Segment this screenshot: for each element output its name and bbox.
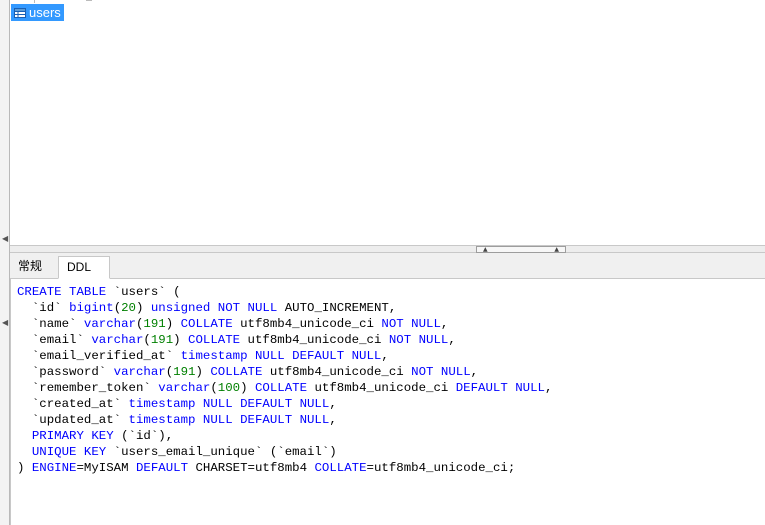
- sql-text: ): [195, 365, 211, 379]
- sql-number: 191: [173, 365, 196, 379]
- sql-keyword: COLLATE: [314, 461, 367, 475]
- sql-keyword: DEFAULT NULL: [455, 381, 545, 395]
- sql-keyword: varchar: [113, 365, 166, 379]
- table-icon: [14, 7, 26, 18]
- sql-keyword: NOT NULL: [381, 317, 441, 331]
- sql-text: (: [113, 301, 122, 315]
- sql-keyword: timestamp NULL DEFAULT NULL: [180, 349, 382, 363]
- sql-text: ): [136, 301, 151, 315]
- sql-text: ): [165, 317, 181, 331]
- sql-keyword: NOT NULL: [388, 333, 449, 347]
- sql-number: 191: [150, 333, 174, 347]
- sql-keyword: timestamp NULL DEFAULT NULL: [128, 413, 330, 427]
- ddl-code-text: CREATE TABLE `users` ( `id` bigint(20) u…: [17, 284, 552, 476]
- sql-keyword: varchar: [83, 317, 136, 331]
- sql-text: ): [173, 333, 189, 347]
- collapse-left-arrow-icon[interactable]: ◀: [2, 318, 8, 327]
- sql-text: ): [240, 381, 255, 395]
- tab-general[interactable]: 常规: [10, 256, 50, 279]
- sql-number: 191: [143, 317, 166, 331]
- ddl-line: UNIQUE KEY `users_email_unique` (`email`…: [17, 445, 337, 459]
- ddl-line: PRIMARY KEY (`id`),: [17, 429, 173, 443]
- ddl-editor[interactable]: CREATE TABLE `users` ( `id` bigint(20) u…: [10, 279, 765, 525]
- sql-text: (: [210, 381, 218, 395]
- sql-text: =utf8mb4_unicode_ci;: [366, 461, 516, 475]
- sql-text: utf8mb4_unicode_ci: [247, 333, 389, 347]
- ddl-line: `id` bigint(20) unsigned NOT NULL AUTO_I…: [17, 301, 396, 315]
- ddl-line: `password` varchar(191) COLLATE utf8mb4_…: [17, 365, 478, 379]
- sql-text: ,: [381, 349, 389, 363]
- sql-keyword: COLLATE: [254, 381, 315, 395]
- sql-text: ): [17, 461, 32, 475]
- sql-keyword: PRIMARY KEY: [31, 429, 122, 443]
- sql-keyword: timestamp NULL DEFAULT NULL: [128, 397, 330, 411]
- collapse-left-arrow-icon[interactable]: ◀: [2, 234, 8, 243]
- sql-text: `created_at`: [17, 397, 129, 411]
- sql-keyword: varchar: [91, 333, 144, 347]
- sql-text: utf8mb4_unicode_ci: [240, 317, 382, 331]
- sql-keyword: COLLATE: [188, 333, 248, 347]
- sql-text: utf8mb4_unicode_ci: [269, 365, 412, 379]
- sql-text: ,: [440, 317, 449, 331]
- sql-text: =MyISAM: [76, 461, 136, 475]
- sql-text: `id`: [17, 301, 70, 315]
- sql-text: (: [143, 333, 151, 347]
- ddl-line: `name` varchar(191) COLLATE utf8mb4_unic…: [17, 317, 448, 331]
- splitter-up-arrow-icon: ▲: [483, 245, 488, 253]
- ddl-line: `email_verified_at` timestamp NULL DEFAU…: [17, 349, 389, 363]
- object-tree-pane: users: [10, 0, 765, 245]
- ddl-line: `created_at` timestamp NULL DEFAULT NULL…: [17, 397, 337, 411]
- sql-keyword: unsigned NOT NULL: [150, 301, 285, 315]
- sql-text: ,: [448, 333, 456, 347]
- sql-text: utf8mb4_unicode_ci: [314, 381, 456, 395]
- sql-keyword: NOT NULL: [411, 365, 471, 379]
- ddl-line: CREATE TABLE `users` (: [17, 285, 181, 299]
- sql-text: CHARSET=utf8mb4: [195, 461, 315, 475]
- splitter-up-arrow-icon: ▲: [554, 245, 559, 253]
- ddl-line: ) ENGINE=MyISAM DEFAULT CHARSET=utf8mb4 …: [17, 461, 515, 475]
- info-tab-bar: 常规 DDL: [10, 253, 765, 279]
- sql-text: `remember_token`: [17, 381, 159, 395]
- ddl-line: `email` varchar(191) COLLATE utf8mb4_uni…: [17, 333, 456, 347]
- tree-line: [34, 0, 35, 3]
- ddl-line: `updated_at` timestamp NULL DEFAULT NULL…: [17, 413, 337, 427]
- sql-text: ,: [544, 381, 553, 395]
- sql-text: `users_email_unique` (`email`): [113, 445, 337, 459]
- sql-keyword: COLLATE: [210, 365, 270, 379]
- tab-ddl[interactable]: DDL: [58, 256, 110, 279]
- left-splitter-strip[interactable]: ◀ ◀: [0, 0, 10, 525]
- sql-number: 100: [217, 381, 241, 395]
- sql-keyword: bigint: [69, 301, 114, 315]
- sql-keyword: ENGINE: [31, 461, 77, 475]
- sql-text: `email_verified_at`: [17, 349, 181, 363]
- ddl-line: `remember_token` varchar(100) COLLATE ut…: [17, 381, 553, 395]
- sql-text: `name`: [17, 317, 84, 331]
- sql-keyword: UNIQUE KEY: [31, 445, 114, 459]
- sql-number: 20: [121, 301, 136, 315]
- sql-text: `password`: [17, 365, 114, 379]
- sql-keyword: varchar: [158, 381, 211, 395]
- splitter-grip[interactable]: ▲ ▲: [476, 246, 566, 253]
- horizontal-splitter[interactable]: ▲ ▲: [10, 245, 765, 253]
- sql-text: `updated_at`: [17, 413, 129, 427]
- sql-keyword: DEFAULT: [136, 461, 196, 475]
- tree-item-label: users: [29, 5, 61, 20]
- sql-keyword: COLLATE: [180, 317, 241, 331]
- sql-text: AUTO_INCREMENT,: [284, 301, 397, 315]
- sql-keyword: CREATE TABLE: [17, 285, 114, 299]
- sql-text: (`id`),: [121, 429, 174, 443]
- sql-text: `users` (: [113, 285, 181, 299]
- tree-line: [86, 0, 92, 1]
- sql-text: ,: [329, 397, 337, 411]
- tree-item-users-table[interactable]: users: [11, 4, 64, 21]
- sql-text: ,: [329, 413, 337, 427]
- sql-text: ,: [470, 365, 479, 379]
- sql-text: `email`: [17, 333, 92, 347]
